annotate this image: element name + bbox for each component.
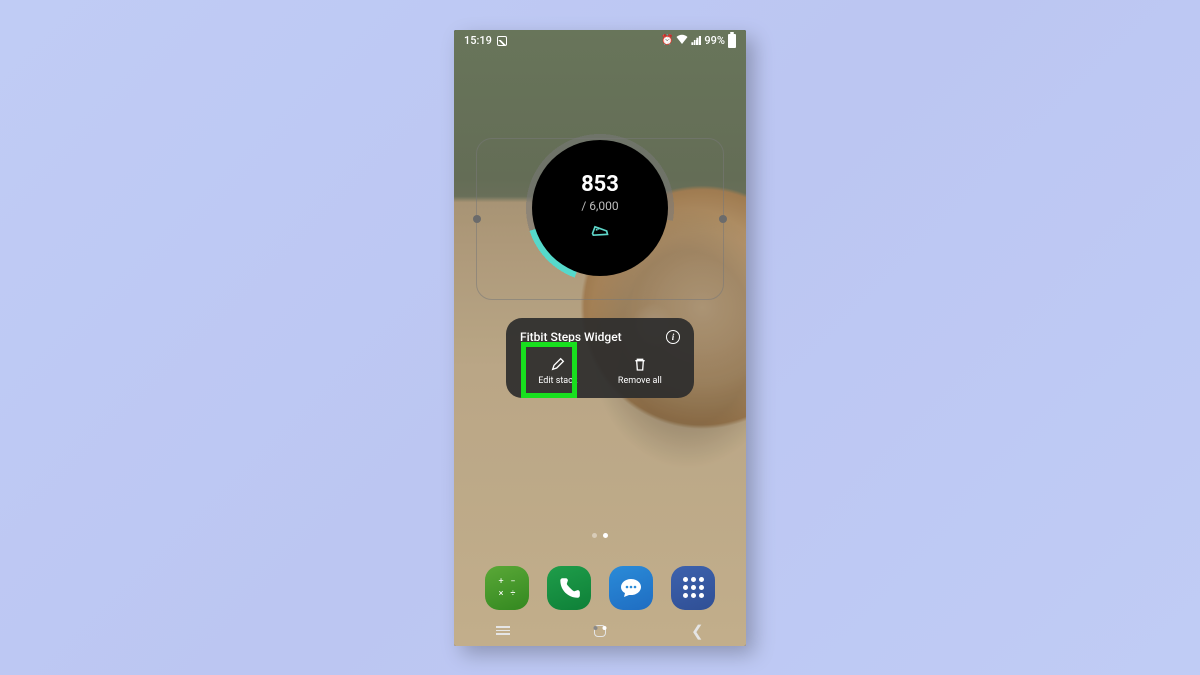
messages-app-icon[interactable] — [609, 566, 653, 610]
status-time: 15:19 — [464, 34, 492, 47]
widget-options-panel: Fitbit Steps Widget i Edit stack Remove … — [506, 318, 694, 398]
resize-handle-left[interactable] — [473, 215, 481, 223]
edit-stack-label: Edit stack — [538, 376, 577, 386]
recents-button[interactable] — [483, 626, 523, 635]
steps-current: 853 — [581, 172, 619, 197]
screenshot-icon — [497, 36, 507, 46]
phone-screen: 15:19 ⏰ 99% 853 / 6,000 — [454, 30, 746, 646]
calculator-app-icon[interactable]: +−×÷ — [485, 566, 529, 610]
shoe-icon — [590, 223, 610, 243]
steps-goal: / 6,000 — [581, 199, 618, 213]
panel-title: Fitbit Steps Widget — [520, 330, 622, 344]
battery-percent: 99% — [704, 34, 725, 47]
status-bar: 15:19 ⏰ 99% — [454, 30, 746, 52]
signal-icon — [691, 36, 701, 45]
remove-all-button[interactable]: Remove all — [612, 354, 668, 388]
fitbit-steps-widget[interactable]: 853 / 6,000 — [522, 130, 678, 286]
remove-all-label: Remove all — [618, 376, 662, 386]
home-page-indicator[interactable] — [592, 533, 608, 538]
info-icon[interactable]: i — [666, 330, 680, 344]
widget-face: 853 / 6,000 — [532, 140, 668, 276]
wifi-icon — [676, 34, 688, 47]
resize-handle-right[interactable] — [719, 215, 727, 223]
dock: +−×÷ — [454, 566, 746, 610]
alarm-icon: ⏰ — [661, 35, 673, 46]
trash-icon — [632, 356, 648, 372]
back-button[interactable]: ❮ — [677, 622, 717, 640]
edit-stack-button[interactable]: Edit stack — [532, 354, 583, 388]
navigation-bar: ❮ — [454, 616, 746, 646]
phone-app-icon[interactable] — [547, 566, 591, 610]
battery-icon — [728, 34, 736, 48]
widget-stack-pager — [594, 626, 607, 630]
pencil-icon — [550, 356, 566, 372]
app-drawer-icon[interactable] — [671, 566, 715, 610]
